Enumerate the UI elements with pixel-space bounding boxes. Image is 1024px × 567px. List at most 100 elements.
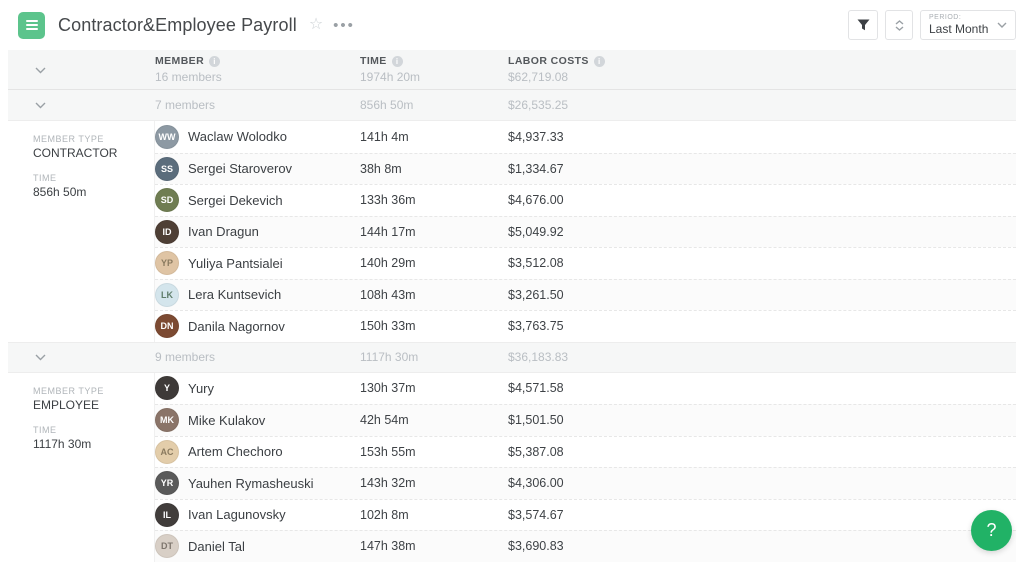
payroll-table: MEMBER i 16 members TIME i 1974h 20m LABOR… — [8, 50, 1016, 562]
more-options-icon[interactable]: ••• — [333, 18, 355, 33]
total-labor-costs: $62,719.08 — [508, 70, 1016, 84]
report-menu-button[interactable] — [18, 12, 45, 39]
member-labor: $3,512.08 — [508, 256, 1016, 270]
member-time: 42h 54m — [360, 413, 508, 427]
group-rows: Y Yury 130h 37m $4,571.58 MK Mike Kulako… — [155, 373, 1016, 562]
avatar: MK — [155, 408, 179, 432]
table-row: WW Waclaw Wolodko 141h 4m $4,937.33 — [155, 121, 1016, 153]
group-side-panel: MEMBER TYPE EMPLOYEE TIME 1117h 30m — [8, 373, 155, 562]
member-time: 130h 37m — [360, 381, 508, 395]
member-labor: $4,306.00 — [508, 476, 1016, 490]
sort-up-icon — [895, 20, 904, 25]
member-labor: $4,676.00 — [508, 193, 1016, 207]
table-row: SS Sergei Staroverov 38h 8m $1,334.67 — [155, 153, 1016, 185]
member-labor: $5,049.92 — [508, 225, 1016, 239]
member-name: Daniel Tal — [188, 539, 245, 554]
member-time: 140h 29m — [360, 256, 508, 270]
avatar: DN — [155, 314, 179, 338]
member-type-label: MEMBER TYPE — [33, 386, 146, 396]
member-labor: $4,937.33 — [508, 130, 1016, 144]
table-row: ID Ivan Dragun 144h 17m $5,049.92 — [155, 216, 1016, 248]
page-title: Contractor&Employee Payroll — [58, 15, 297, 36]
filter-button[interactable] — [848, 10, 878, 40]
info-icon[interactable]: i — [594, 56, 605, 67]
avatar: SD — [155, 188, 179, 212]
group-time-label: TIME — [33, 425, 146, 435]
member-time: 153h 55m — [360, 445, 508, 459]
chevron-down-icon — [35, 67, 46, 74]
table-row: SD Sergei Dekevich 133h 36m $4,676.00 — [155, 184, 1016, 216]
member-name: Danila Nagornov — [188, 319, 285, 334]
member-type-value: EMPLOYEE — [33, 398, 146, 412]
member-time: 38h 8m — [360, 162, 508, 176]
member-name: Artem Chechoro — [188, 444, 283, 459]
collapse-group-button[interactable] — [31, 98, 50, 113]
sort-button[interactable] — [885, 10, 913, 40]
info-icon[interactable]: i — [392, 56, 403, 67]
group-summary-row: 7 members 856h 50m $26,535.25 — [8, 90, 1016, 121]
member-name: Sergei Dekevich — [188, 193, 283, 208]
member-type-group: 9 members 1117h 30m $36,183.83 MEMBER TY… — [8, 342, 1016, 562]
star-icon[interactable]: ☆ — [309, 17, 323, 33]
member-type-value: CONTRACTOR — [33, 146, 146, 160]
avatar: YP — [155, 251, 179, 275]
member-time: 108h 43m — [360, 288, 508, 302]
table-row: AC Artem Chechoro 153h 55m $5,387.08 — [155, 436, 1016, 468]
member-time: 133h 36m — [360, 193, 508, 207]
member-name: Lera Kuntsevich — [188, 287, 281, 302]
total-member-count: 16 members — [155, 70, 360, 84]
table-row: DT Daniel Tal 147h 38m $3,690.83 — [155, 530, 1016, 562]
group-labor-total: $26,535.25 — [508, 98, 1016, 112]
avatar: DT — [155, 534, 179, 558]
member-name: Ivan Lagunovsky — [188, 507, 286, 522]
member-time: 143h 32m — [360, 476, 508, 490]
labor-costs-column-header: LABOR COSTS — [508, 55, 589, 67]
period-dropdown[interactable]: PERIOD: Last Month — [920, 10, 1016, 40]
member-time: 141h 4m — [360, 130, 508, 144]
table-row: YR Yauhen Rymasheuski 143h 32m $4,306.00 — [155, 467, 1016, 499]
topbar: Contractor&Employee Payroll ☆ ••• PERIOD… — [0, 0, 1024, 50]
group-time-value: 856h 50m — [33, 185, 146, 199]
group-time-label: TIME — [33, 173, 146, 183]
groups-container: 7 members 856h 50m $26,535.25 MEMBER TYP… — [8, 90, 1016, 562]
group-time-total: 856h 50m — [360, 98, 508, 112]
group-labor-total: $36,183.83 — [508, 350, 1016, 364]
member-name: Ivan Dragun — [188, 224, 259, 239]
table-row: DN Danila Nagornov 150h 33m $3,763.75 — [155, 310, 1016, 342]
member-type-group: 7 members 856h 50m $26,535.25 MEMBER TYP… — [8, 90, 1016, 342]
member-name: Mike Kulakov — [188, 413, 265, 428]
member-labor: $1,501.50 — [508, 413, 1016, 427]
member-name: Waclaw Wolodko — [188, 129, 287, 144]
info-icon[interactable]: i — [209, 56, 220, 67]
group-side-panel: MEMBER TYPE CONTRACTOR TIME 856h 50m — [8, 121, 155, 342]
group-summary-row: 9 members 1117h 30m $36,183.83 — [8, 342, 1016, 373]
member-labor: $1,334.67 — [508, 162, 1016, 176]
table-row: MK Mike Kulakov 42h 54m $1,501.50 — [155, 404, 1016, 436]
avatar: AC — [155, 440, 179, 464]
period-value: Last Month — [929, 22, 988, 36]
help-button[interactable]: ? — [971, 510, 1012, 551]
group-time-total: 1117h 30m — [360, 350, 508, 364]
sort-down-icon — [895, 26, 904, 31]
member-time: 144h 17m — [360, 225, 508, 239]
collapse-group-button[interactable] — [31, 350, 50, 365]
payroll-report-page: Contractor&Employee Payroll ☆ ••• PERIOD… — [0, 0, 1024, 562]
member-labor: $3,261.50 — [508, 288, 1016, 302]
member-name: Yuliya Pantsialei — [188, 256, 283, 271]
collapse-all-button[interactable] — [31, 63, 50, 78]
member-name: Yauhen Rymasheuski — [188, 476, 314, 491]
member-column-header: MEMBER — [155, 55, 204, 67]
group-member-count: 7 members — [155, 98, 360, 112]
member-labor: $3,574.67 — [508, 508, 1016, 522]
avatar: SS — [155, 157, 179, 181]
total-time: 1974h 20m — [360, 70, 508, 84]
group-member-count: 9 members — [155, 350, 360, 364]
member-name: Yury — [188, 381, 214, 396]
avatar: YR — [155, 471, 179, 495]
avatar: ID — [155, 220, 179, 244]
member-time: 150h 33m — [360, 319, 508, 333]
avatar: LK — [155, 283, 179, 307]
filter-icon — [857, 19, 870, 31]
avatar: WW — [155, 125, 179, 149]
table-row: YP Yuliya Pantsialei 140h 29m $3,512.08 — [155, 247, 1016, 279]
